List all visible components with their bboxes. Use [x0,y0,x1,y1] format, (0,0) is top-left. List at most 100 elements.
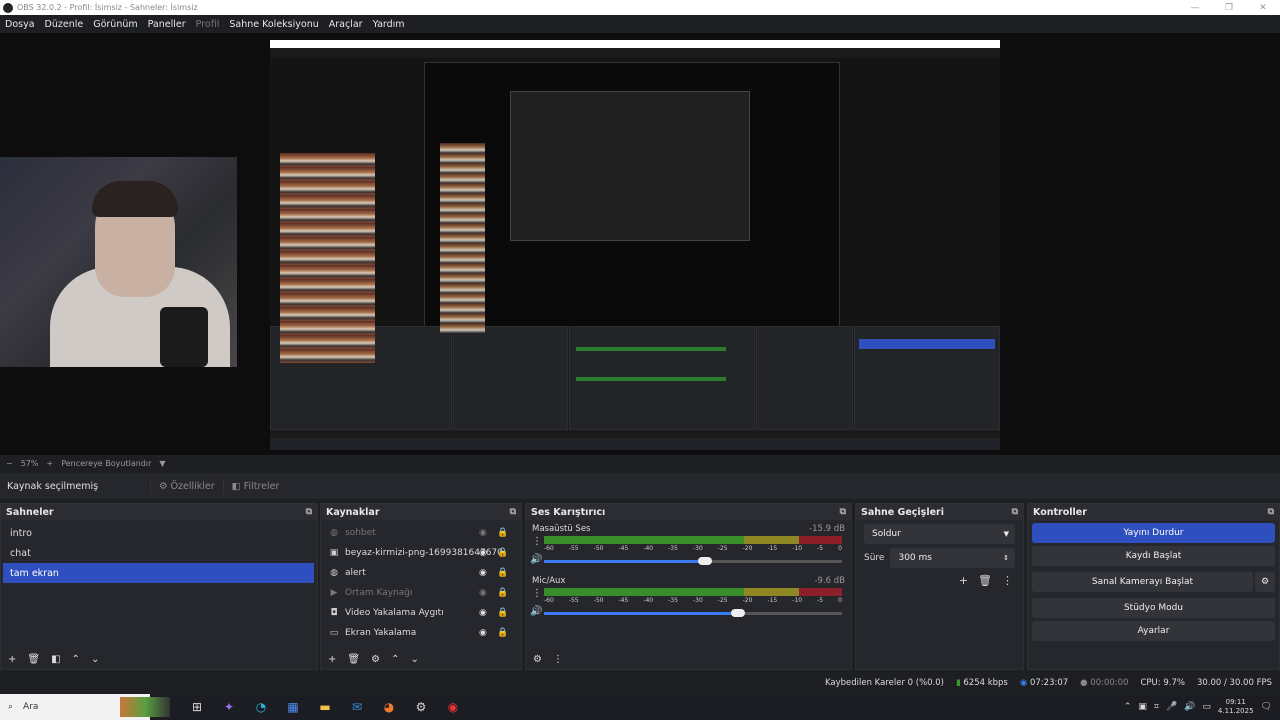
copilot-icon[interactable]: ✦ [220,700,238,714]
eye-hidden-icon[interactable]: ◉ [479,528,487,538]
mixer-menu-icon[interactable]: ⋮ [553,654,563,665]
channel-menu-icon[interactable]: ⋮ [532,588,542,599]
scene-item-tam-ekran[interactable]: tam ekran [3,563,314,583]
properties-button[interactable]: ⚙ Özellikler [150,477,223,495]
obs-taskbar-icon[interactable]: ◉ [444,700,462,714]
eye-icon[interactable]: ◉ [479,548,487,558]
remove-transition-icon[interactable]: 🗑 [978,574,992,587]
advanced-audio-icon[interactable]: ⚙ [533,654,542,665]
edge-icon[interactable]: ◔ [252,700,270,714]
remove-source-icon[interactable]: 🗑 [347,654,360,665]
close-button[interactable]: ✕ [1246,3,1280,13]
menu-help[interactable]: Yardım [368,19,410,30]
add-source-icon[interactable]: + [328,654,336,665]
source-item[interactable]: ◍ sohbet ◉ 🔒 [321,523,521,543]
source-item[interactable]: ◍ alert ◉ 🔒 [321,563,521,583]
fit-to-window-label[interactable]: Pencereye Boyutlandır [61,459,151,468]
network-icon[interactable]: ⌗ [1154,702,1159,712]
lock-icon[interactable]: 🔒 [497,568,508,578]
scene-filters-icon[interactable]: ◧ [51,654,60,665]
start-virtual-camera-button[interactable]: Sanal Kamerayı Başlat [1032,572,1253,592]
add-transition-icon[interactable]: + [959,574,968,587]
transition-select[interactable]: Soldur ▼ [864,524,1015,544]
eye-icon[interactable]: ◉ [479,608,487,618]
dock-popout-icon[interactable]: ⧉ [1012,507,1018,517]
volume-slider[interactable] [544,609,842,617]
source-item[interactable]: ▭ Ekran Yakalama ◉ 🔒 [321,623,521,643]
move-down-icon[interactable]: ⌄ [410,654,418,665]
menu-tools[interactable]: Araçlar [324,19,368,30]
preview-canvas[interactable] [0,33,1280,455]
eye-icon[interactable]: ◉ [479,568,487,578]
store-icon[interactable]: ▦ [284,700,302,714]
mic-icon[interactable]: 🎤 [1166,702,1177,712]
channel-name: Masaüstü Ses [532,524,591,534]
menu-view[interactable]: Görünüm [88,19,142,30]
speaker-icon[interactable]: 🔊 [530,606,542,617]
duration-input[interactable]: 300 ms ⇕ [890,548,1015,568]
dock-popout-icon[interactable]: ⧉ [306,507,312,517]
remove-scene-icon[interactable]: 🗑 [27,654,40,665]
filters-button[interactable]: ◧ Filtreler [222,477,288,495]
zoom-value: 57% [20,458,39,468]
eye-hidden-icon[interactable]: ◉ [479,588,487,598]
tray-app-icon[interactable]: ▣ [1138,702,1147,712]
move-down-icon[interactable]: ⌄ [91,654,99,665]
source-item[interactable]: ▣ beyaz-kirmizi-png-1699381647670 ◉ 🔒 [321,543,521,563]
nested-titlebar [270,40,1000,48]
lock-icon[interactable]: 🔒 [497,608,508,618]
lock-icon[interactable]: 🔒 [497,528,508,538]
speaker-icon[interactable]: 🔊 [530,554,542,565]
dock-popout-icon[interactable]: ⧉ [1268,507,1274,517]
lock-icon[interactable]: 🔒 [497,628,508,638]
window-title: OBS 32.0.2 - Profil: İsimsiz - Sahneler:… [17,3,198,12]
battery-icon[interactable]: ▭ [1202,702,1211,712]
source-item[interactable]: ◘ Video Yakalama Aygıtı ◉ 🔒 [321,603,521,623]
volume-icon[interactable]: 🔊 [1184,702,1195,712]
source-item[interactable]: ▶ Ortam Kaynağı ◉ 🔒 [321,583,521,603]
move-up-icon[interactable]: ⌃ [72,654,80,665]
add-scene-icon[interactable]: + [8,654,16,665]
settings-icon[interactable]: ⚙ [412,700,430,714]
lock-icon[interactable]: 🔒 [497,588,508,598]
volume-slider[interactable] [544,557,842,565]
clock[interactable]: 09:11 4.11.2025 [1218,698,1254,716]
tray-chevron-icon[interactable]: ⌃ [1124,702,1132,712]
minimize-button[interactable]: — [1178,3,1212,13]
scene-item-chat[interactable]: chat [3,543,314,563]
transition-menu-icon[interactable]: ⋮ [1002,574,1013,587]
channel-menu-icon[interactable]: ⋮ [532,536,542,547]
nested-taskbar [270,438,1000,450]
eye-icon[interactable]: ◉ [479,628,487,638]
task-view-icon[interactable]: ⊞ [188,700,206,714]
settings-button[interactable]: Ayarlar [1032,621,1275,641]
scene-item-intro[interactable]: intro [3,523,314,543]
menu-profile[interactable]: Profil [191,19,225,30]
stepper-icon[interactable]: ⇕ [1003,554,1009,562]
zoom-dropdown-icon[interactable]: ▼ [159,459,165,468]
studio-mode-button[interactable]: Stüdyo Modu [1032,598,1275,618]
menu-edit[interactable]: Düzenle [40,19,89,30]
firefox-icon[interactable]: ◕ [380,700,398,714]
zoom-in-button[interactable]: + [46,459,53,468]
virtual-camera-settings-button[interactable]: ⚙ [1255,572,1275,592]
lock-icon[interactable]: 🔒 [497,548,508,558]
menu-file[interactable]: Dosya [0,19,40,30]
menu-docks[interactable]: Paneller [143,19,191,30]
dock-popout-icon[interactable]: ⧉ [510,507,516,517]
stream-icon: ◉ [1019,678,1028,688]
restore-button[interactable]: ❐ [1212,3,1246,13]
source-properties-icon[interactable]: ⚙ [371,654,380,665]
filter-icon: ◧ [231,480,241,492]
mail-icon[interactable]: ✉ [348,700,366,714]
notification-icon[interactable]: 🗨 [1261,702,1272,712]
start-recording-button[interactable]: Kaydı Başlat [1032,546,1275,566]
menu-scene-collection[interactable]: Sahne Koleksiyonu [224,19,323,30]
move-up-icon[interactable]: ⌃ [391,654,399,665]
stop-streaming-button[interactable]: Yayını Durdur [1032,523,1275,543]
duration-label: Süre [864,553,885,563]
file-explorer-icon[interactable]: ▬ [316,700,334,714]
dock-popout-icon[interactable]: ⧉ [840,507,846,517]
mixer-channel-mic: Mic/Aux -9.6 dB ⋮ -60 -55 -50 -45 -40 -35 -30-… [526,572,851,624]
zoom-out-button[interactable]: − [6,459,13,468]
